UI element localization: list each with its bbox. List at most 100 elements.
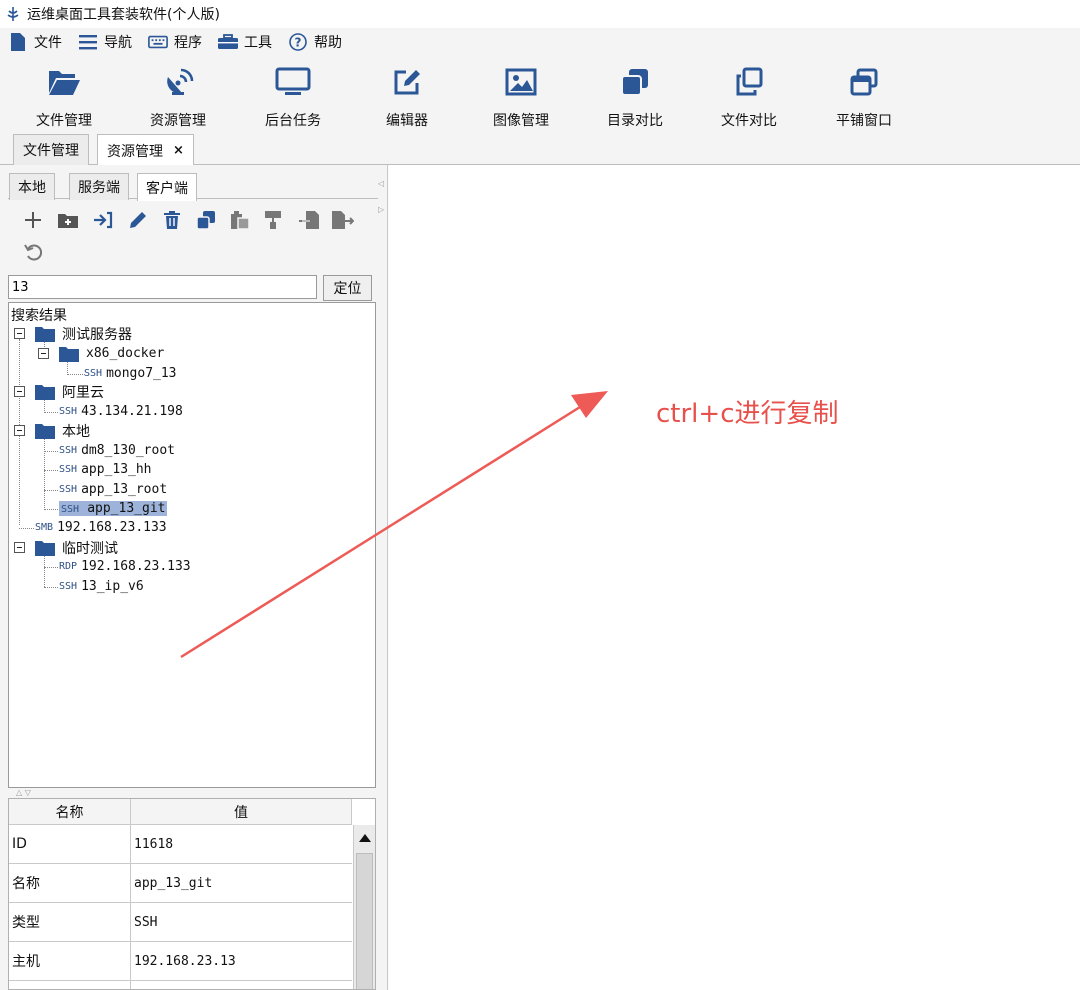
tree-node-label: 43.134.21.198	[81, 404, 183, 419]
tab-resource-manager[interactable]: 资源管理 ×	[97, 134, 194, 166]
table-row[interactable]: ID 11618	[9, 825, 352, 864]
edit-icon	[389, 66, 425, 98]
table-row[interactable]: 名称 app_13_git	[9, 864, 352, 903]
undo-icon[interactable]	[22, 241, 44, 263]
expander-minus[interactable]	[14, 328, 25, 339]
folder-open-icon	[46, 66, 82, 98]
import-icon[interactable]	[92, 209, 114, 231]
toolbar-dir-compare[interactable]: 目录对比	[585, 66, 685, 130]
selection-highlight: SSH app_13_git	[59, 501, 168, 516]
column-header-name[interactable]: 名称	[9, 799, 131, 824]
toolbar-file-manager[interactable]: 文件管理	[14, 66, 114, 130]
toolbar-image-manager[interactable]: 图像管理	[471, 66, 571, 130]
trash-icon[interactable]	[161, 209, 183, 231]
locate-button[interactable]: 定位	[323, 275, 372, 301]
menu-tools[interactable]: 工具	[218, 32, 272, 52]
tree-node-label: app_13_hh	[81, 462, 152, 477]
resource-tree[interactable]: 搜索结果 测试服务器 x86_docker SSH mongo7_13 阿里云 …	[8, 302, 376, 788]
toolbar-label: 文件管理	[36, 113, 92, 129]
table-row[interactable]: 类型 SSH	[9, 903, 352, 942]
move-in-icon[interactable]	[298, 209, 320, 231]
menu-navigate[interactable]: 导航	[78, 32, 132, 52]
tree-line	[19, 528, 34, 529]
expander-minus[interactable]	[38, 348, 49, 359]
tab-label: 客户端	[146, 180, 188, 197]
tab-server[interactable]: 服务端	[69, 173, 129, 200]
tree-node-label: mongo7_13	[106, 366, 177, 381]
property-value: 192.168.23.13	[134, 953, 236, 969]
file-icon	[8, 32, 28, 52]
pencil-icon[interactable]	[127, 209, 149, 231]
toolbar-resource-manager[interactable]: 资源管理	[128, 66, 228, 130]
hamburger-icon	[78, 32, 98, 52]
tab-local[interactable]: 本地	[9, 173, 55, 200]
keyboard-icon	[148, 32, 168, 52]
duplicate-icon[interactable]	[195, 209, 217, 231]
tree-node-label: 阿里云	[62, 384, 104, 401]
toolbar-editor[interactable]: 编辑器	[357, 66, 457, 130]
paint-icon[interactable]	[262, 209, 284, 231]
image-icon	[503, 66, 539, 98]
collapse-arrows[interactable]: ◁ ▷	[378, 171, 386, 223]
tree-node-ssh[interactable]: SSH dm8_130_root	[59, 441, 175, 460]
tree-node-folder[interactable]: 测试服务器	[35, 324, 132, 343]
tree-line	[44, 587, 58, 588]
tree-node-label: dm8_130_root	[81, 443, 175, 458]
app-window: 运维桌面工具套装软件(个人版) 文件 导航 程序 工具 ? 帮助 文件管理 资源…	[0, 0, 1080, 990]
toolbar-file-compare[interactable]: 文件对比	[699, 66, 799, 130]
toolbar-background-tasks[interactable]: 后台任务	[243, 66, 343, 130]
splitter-handle[interactable]: △ ▽	[8, 788, 376, 798]
scroll-up-arrow-icon[interactable]	[354, 825, 375, 850]
search-input[interactable]	[8, 275, 317, 299]
menu-help-label: 帮助	[314, 35, 342, 51]
tab-label: 本地	[18, 180, 46, 196]
tree-node-ssh[interactable]: SSH mongo7_13	[84, 364, 177, 383]
tab-label: 资源管理	[107, 143, 163, 160]
ssh-tag-icon: SSH	[59, 484, 78, 495]
menu-file[interactable]: 文件	[8, 32, 62, 52]
ssh-tag-icon: SSH	[59, 445, 78, 456]
tree-node-folder[interactable]: 阿里云	[35, 382, 104, 401]
close-icon[interactable]: ×	[173, 143, 184, 158]
property-key: 类型	[9, 903, 131, 941]
tree-node-ssh[interactable]: SSH app_13_root	[59, 480, 167, 499]
tree-node-folder[interactable]: 本地	[35, 421, 90, 440]
scroll-thumb[interactable]	[356, 853, 373, 989]
tree-node-folder[interactable]: 临时测试	[35, 538, 118, 557]
tree-node-label: 测试服务器	[62, 326, 132, 343]
expander-minus[interactable]	[14, 542, 25, 553]
main-toolbar: 文件管理 资源管理 后台任务 编辑器 图像管理 目录对比 文件对比 平铺窗口	[0, 56, 1080, 132]
app-logo-icon	[7, 7, 19, 21]
tree-node-ssh[interactable]: SSH 13_ip_v6	[59, 577, 144, 596]
table-row[interactable]: 主机 192.168.23.13	[9, 942, 352, 981]
copy-outline-icon	[731, 66, 767, 98]
column-header-value[interactable]: 值	[131, 799, 352, 824]
tab-label: 文件管理	[23, 143, 79, 159]
menu-help[interactable]: ? 帮助	[288, 32, 342, 52]
tree-node-rdp[interactable]: RDP 192.168.23.133	[59, 557, 191, 576]
tree-line	[44, 509, 58, 510]
tree-node-label: 本地	[62, 423, 90, 440]
expander-minus[interactable]	[14, 425, 25, 436]
move-out-icon[interactable]	[332, 209, 354, 231]
add-folder-icon[interactable]	[57, 209, 79, 231]
tree-node-ssh[interactable]: SSH app_13_hh	[59, 460, 152, 479]
tree-node-ssh[interactable]: SSH 43.134.21.198	[59, 402, 183, 421]
plus-icon[interactable]	[22, 209, 44, 231]
expander-minus[interactable]	[14, 386, 25, 397]
menu-program[interactable]: 程序	[148, 32, 202, 52]
paste-icon[interactable]	[229, 209, 251, 231]
tree-node-ssh-selected[interactable]: SSH app_13_git	[59, 499, 168, 518]
menu-program-label: 程序	[174, 35, 202, 51]
folder-icon	[59, 346, 79, 362]
toolbar-tile-windows[interactable]: 平铺窗口	[814, 66, 914, 130]
toolbar-label: 图像管理	[493, 113, 549, 129]
tree-node-folder[interactable]: x86_docker	[59, 344, 164, 363]
menu-file-label: 文件	[34, 35, 62, 51]
tab-file-manager[interactable]: 文件管理	[13, 134, 89, 165]
vertical-scrollbar[interactable]	[353, 825, 375, 989]
tree-node-smb[interactable]: SMB 192.168.23.133	[35, 518, 167, 537]
monitor-icon	[275, 66, 311, 98]
tree-line	[44, 567, 58, 568]
tab-client[interactable]: 客户端	[137, 173, 197, 201]
